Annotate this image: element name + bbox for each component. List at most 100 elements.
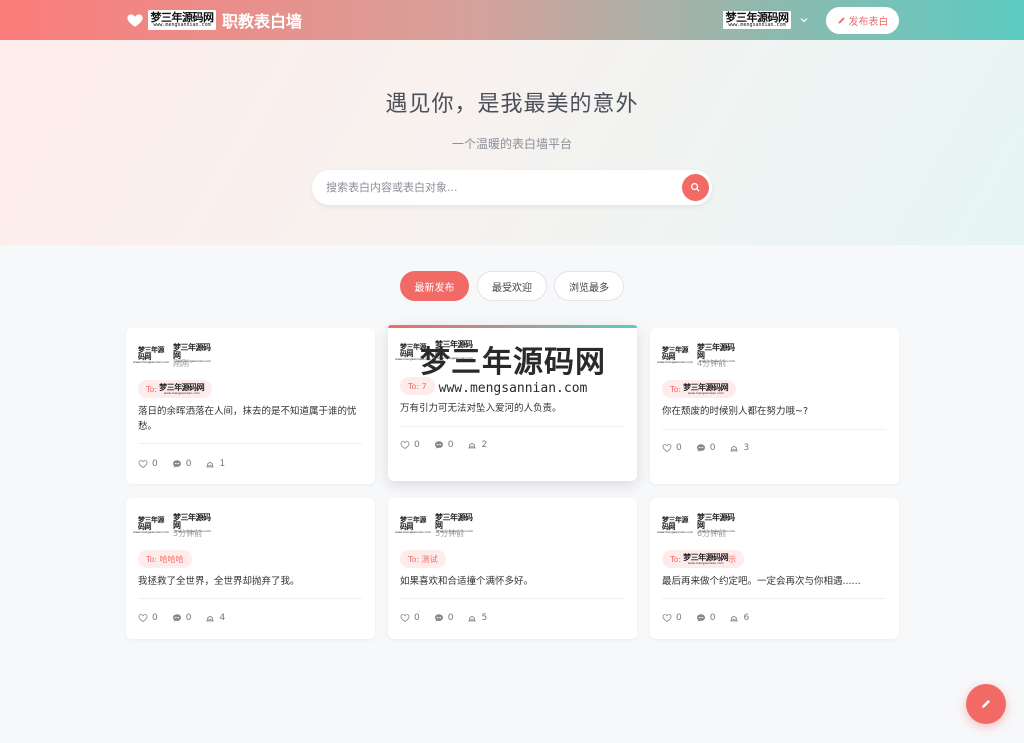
search-input[interactable] <box>326 170 686 205</box>
comment-button[interactable]: 0 <box>696 443 716 453</box>
views-icon <box>206 615 215 622</box>
avatar: 梦三年源码网 www.mengsannian.com <box>657 515 693 534</box>
view-stat: 5 <box>467 613 487 623</box>
comment-count: 0 <box>709 443 716 453</box>
view-stat: 4 <box>205 613 225 623</box>
view-count: 5 <box>481 613 488 623</box>
view-count: 3 <box>743 443 750 453</box>
like-count: 0 <box>676 443 682 453</box>
comment-icon <box>434 614 443 622</box>
confession-content: 万有引力可无法对坠入爱河的人负责。 <box>400 403 562 414</box>
author-name: 梦三年源码网 www.mengsannian.com <box>435 513 473 533</box>
view-stat: 1 <box>205 459 225 469</box>
recipient-logo: 梦三年源码网 www.mengsannian.com <box>159 382 205 395</box>
heart-icon <box>662 444 672 452</box>
view-count: 1 <box>219 459 226 469</box>
author-name: 梦三年源码网 www.mengsannian.com <box>173 343 211 363</box>
user-menu[interactable]: 梦三年源码网 www.mengsannian.com <box>719 11 809 29</box>
comment-count: 0 <box>447 440 454 450</box>
like-button[interactable]: 0 <box>138 459 158 469</box>
divider <box>400 598 624 599</box>
recipient-logo: 梦三年源码网 www.mengsannian.com <box>683 382 729 395</box>
chevron-down-icon <box>800 18 808 23</box>
floating-publish-button[interactable] <box>966 684 1006 724</box>
confession-card[interactable]: 梦三年源码网 www.mengsannian.com 梦三年源码网 www.mengs… <box>650 328 899 484</box>
divider <box>662 429 886 430</box>
card-stats: 0 0 5 <box>400 612 501 624</box>
confession-card[interactable]: 梦三年源码网 www.mengsannian.com 梦三年源码网 www.mengs… <box>388 498 637 639</box>
confession-content: 如果喜欢和合适撞个满怀多好。 <box>400 576 534 587</box>
divider <box>138 598 362 599</box>
tab-popular[interactable]: 最受欢迎 <box>477 271 547 301</box>
brand[interactable]: 梦三年源码网 www.mengsannian.com 职教表白墙 <box>126 8 302 32</box>
search-icon <box>691 183 700 192</box>
heart-icon <box>127 14 143 27</box>
hero-subtitle: 一个温暖的表白墙平台 <box>451 137 572 151</box>
post-time: 刚刚 <box>173 359 189 368</box>
post-time: 4分钟前 <box>697 359 727 368</box>
divider <box>138 443 362 444</box>
card-stats: 0 0 1 <box>138 458 239 470</box>
comment-count: 0 <box>185 613 192 623</box>
like-button[interactable]: 0 <box>138 613 158 623</box>
views-icon <box>468 615 477 622</box>
like-button[interactable]: 0 <box>662 443 682 453</box>
top-nav-bar: 梦三年源码网 www.mengsannian.com 职教表白墙 梦三年源码网 … <box>0 0 1024 40</box>
confession-card[interactable]: 梦三年源码网 www.mengsannian.com 梦三年源码网 www.mengs… <box>126 328 375 484</box>
comment-count: 0 <box>185 459 192 469</box>
view-count: 4 <box>219 613 226 623</box>
avatar: 梦三年源码网 www.mengsannian.com <box>395 515 431 534</box>
post-time: 5分钟前 <box>435 529 465 538</box>
recipient-tag: To: 测试 <box>400 550 446 568</box>
like-button[interactable]: 0 <box>400 613 420 623</box>
publish-confession-button[interactable]: 发布表白 <box>826 7 899 34</box>
author-name: 梦三年源码网 www.mengsannian.com <box>697 343 735 363</box>
confession-content: 落日的余晖洒落在人间，抹去的是不知道属于谁的忧愁。 <box>138 406 357 432</box>
confession-content: 我拯救了全世界，全世界却抛弃了我。 <box>138 576 300 587</box>
watermark: 梦三年源码网 www.mengsannian.com <box>420 345 606 396</box>
card-stats: 0 0 3 <box>662 442 763 454</box>
view-stat: 6 <box>729 613 749 623</box>
tab-most-viewed[interactable]: 浏览最多 <box>554 271 624 301</box>
search-bar <box>312 170 712 205</box>
comment-icon <box>172 460 181 468</box>
confession-card[interactable]: 梦三年源码网 www.mengsannian.com 梦三年源码网 www.mengs… <box>650 498 899 639</box>
confession-content: 最后再来做个约定吧。一定会再次与你相遇...... <box>662 576 861 587</box>
pencil-icon <box>837 17 845 24</box>
search-button[interactable] <box>682 174 709 201</box>
view-stat: 2 <box>467 440 487 450</box>
comment-button[interactable]: 0 <box>434 440 454 450</box>
comment-count: 0 <box>709 613 716 623</box>
like-count: 0 <box>414 613 420 623</box>
author-name: 梦三年源码网 www.mengsannian.com <box>173 513 211 533</box>
heart-icon <box>138 614 148 622</box>
post-time: 5分钟前 <box>173 529 203 538</box>
view-stat: 3 <box>729 443 749 453</box>
divider <box>662 598 886 599</box>
avatar: 梦三年源码网 www.mengsannian.com <box>133 345 169 364</box>
views-icon <box>730 615 739 622</box>
heart-icon <box>400 441 410 449</box>
sort-tabs: 最新发布 最受欢迎 浏览最多 <box>0 271 1024 301</box>
comment-icon <box>172 614 181 622</box>
view-count: 6 <box>743 613 750 623</box>
like-button[interactable]: 0 <box>400 440 420 450</box>
comment-count: 0 <box>447 613 454 623</box>
tab-latest[interactable]: 最新发布 <box>400 271 469 301</box>
comment-icon <box>696 444 705 452</box>
heart-icon <box>400 614 410 622</box>
user-avatar: 梦三年源码网 www.mengsannian.com <box>723 11 791 29</box>
comment-icon <box>434 441 443 449</box>
hero-banner: 遇见你，是我最美的意外 一个温暖的表白墙平台 <box>0 40 1024 245</box>
comment-button[interactable]: 0 <box>696 613 716 623</box>
comment-button[interactable]: 0 <box>172 613 192 623</box>
confession-card[interactable]: 梦三年源码网 www.mengsannian.com 梦三年源码网 www.mengs… <box>126 498 375 639</box>
comment-button[interactable]: 0 <box>434 613 454 623</box>
recipient-tag: To: 梦三年源码网 www.mengsannian.com <box>662 380 737 398</box>
comment-button[interactable]: 0 <box>172 459 192 469</box>
card-stats: 0 0 6 <box>662 612 763 624</box>
recipient-logo: 梦三年源码网 www.mengsannian.com <box>683 552 729 565</box>
comment-icon <box>696 614 705 622</box>
recipient-tag: To: 梦三年源码网 www.mengsannian.com <box>138 380 213 398</box>
like-button[interactable]: 0 <box>662 613 682 623</box>
